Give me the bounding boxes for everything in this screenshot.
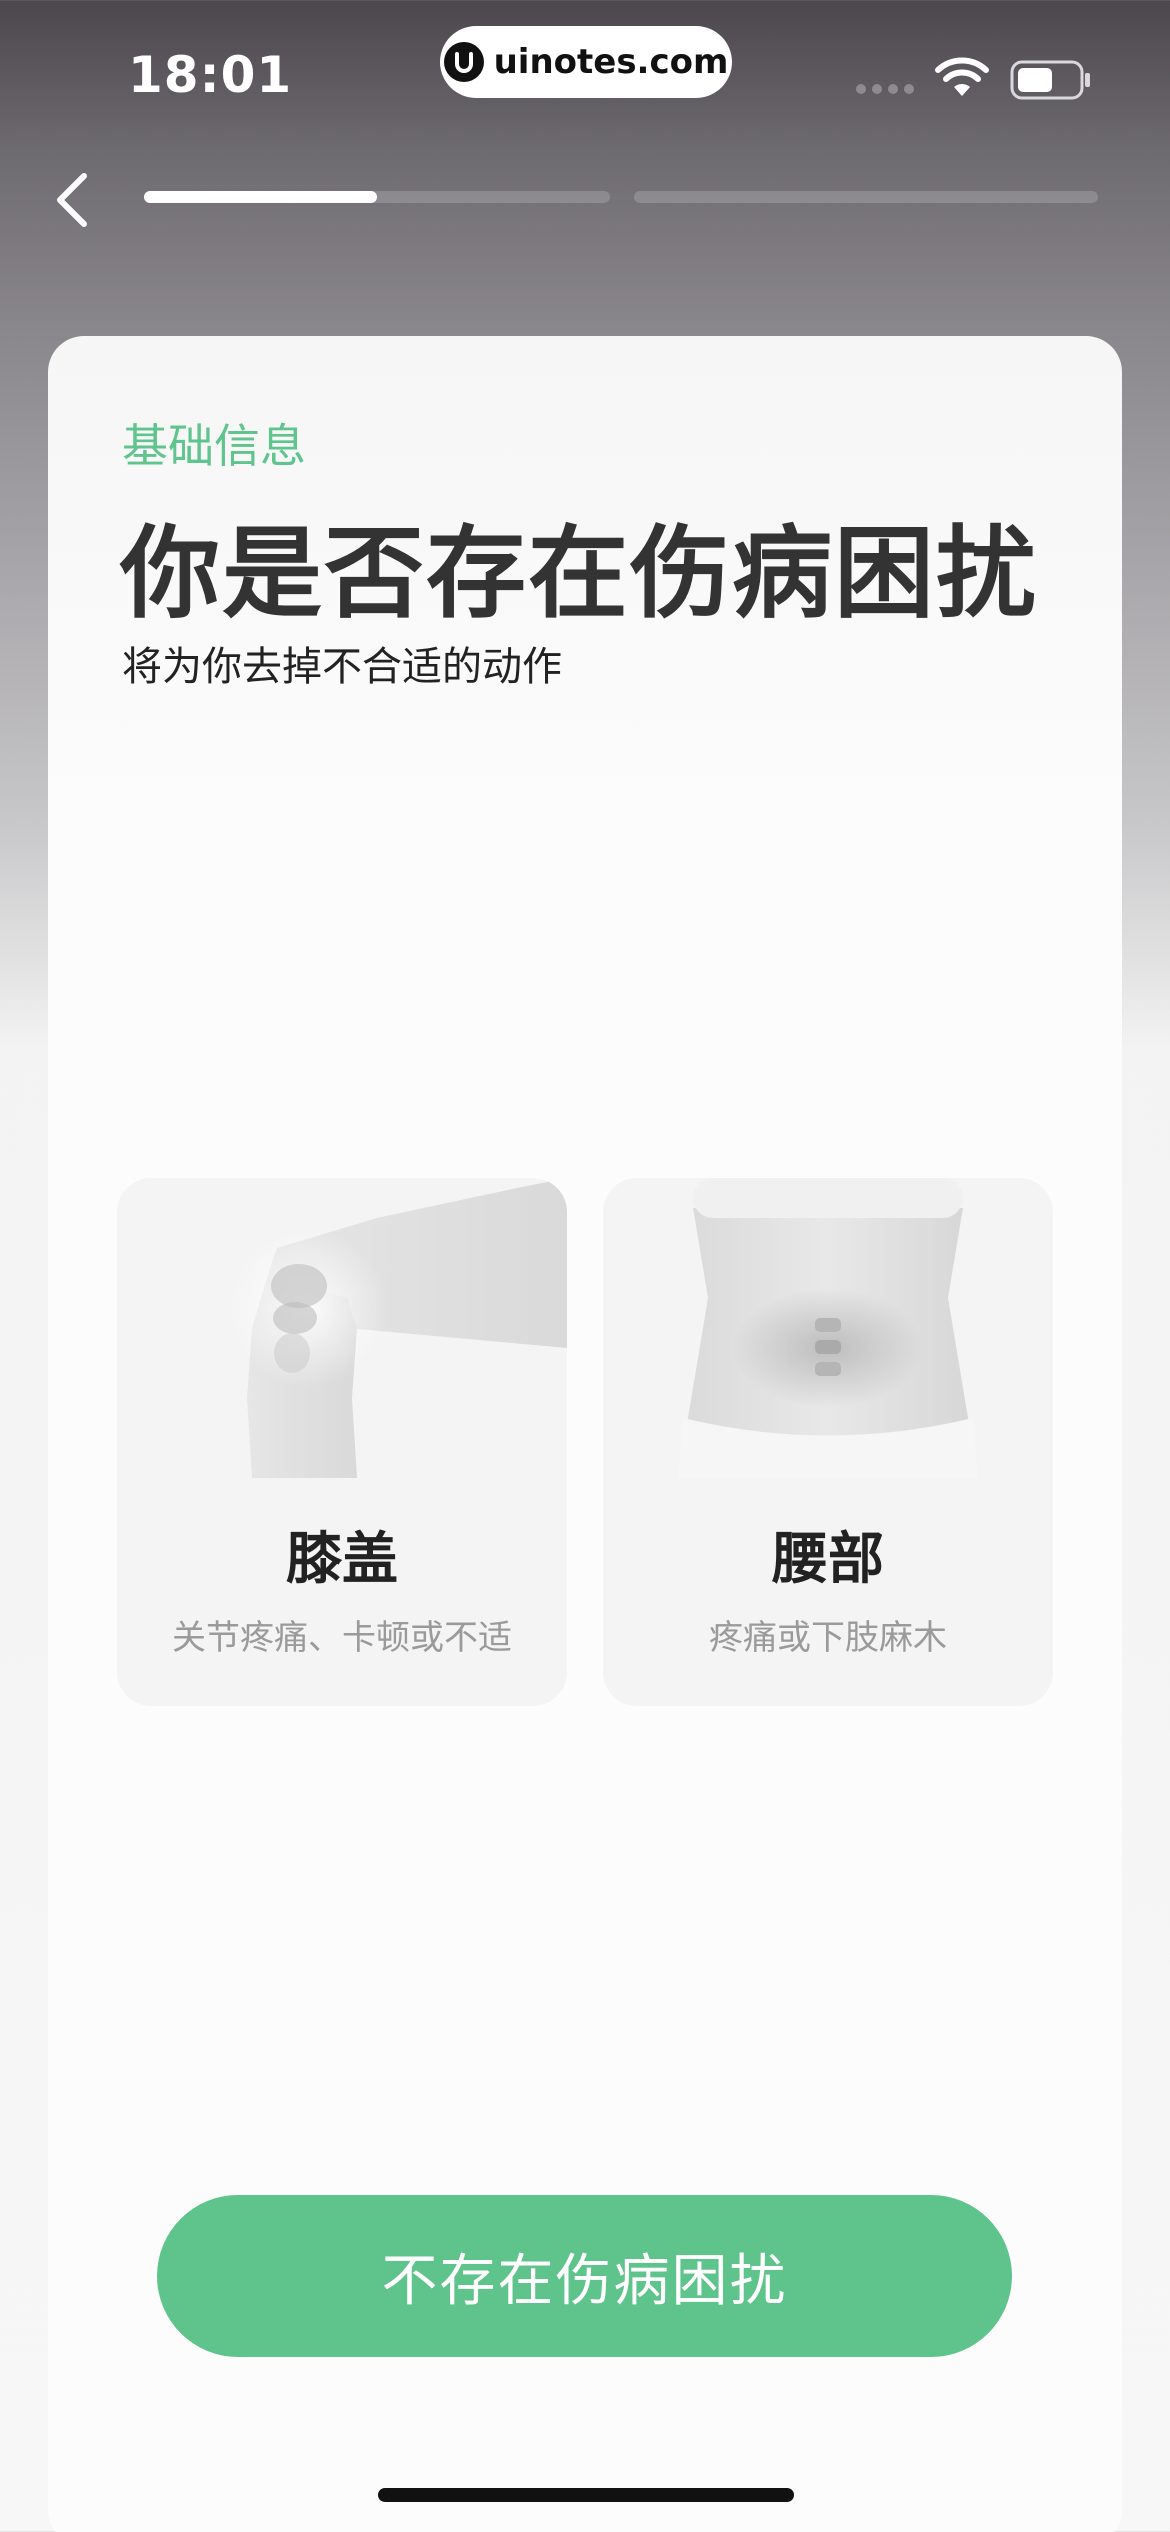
progress-step-1-fill: [144, 191, 377, 203]
option-waist-label: 腰部: [772, 1527, 884, 1592]
status-time: 18:01: [128, 46, 293, 104]
site-logo-icon: [443, 42, 484, 82]
no-injury-button[interactable]: 不存在伤病困扰: [157, 2195, 1012, 2357]
chevron-left-icon: [57, 173, 87, 227]
section-label: 基础信息: [122, 419, 306, 473]
option-knee[interactable]: 膝盖 关节疼痛、卡顿或不适: [117, 1178, 567, 1706]
option-knee-description: 关节疼痛、卡顿或不适: [172, 1618, 512, 1658]
page-subtitle: 将为你去掉不合适的动作: [122, 644, 562, 690]
option-waist-description: 疼痛或下肢麻木: [709, 1618, 947, 1658]
wifi-icon: [935, 57, 989, 96]
status-bar: 18:01 uinotes.com: [0, 0, 1170, 150]
option-waist[interactable]: 腰部 疼痛或下肢麻木: [603, 1178, 1053, 1706]
knee-illustration-icon: [227, 1178, 567, 1478]
url-pill: uinotes.com: [440, 26, 732, 98]
option-knee-label: 膝盖: [286, 1527, 398, 1592]
progress-step-1: [144, 191, 610, 203]
cellular-signal-icon: [856, 84, 914, 94]
waist-illustration-icon: [678, 1178, 978, 1478]
progress-step-2: [634, 191, 1098, 203]
back-button[interactable]: [50, 168, 94, 232]
battery-icon: [1010, 60, 1090, 100]
page-title: 你是否存在伤病困扰: [120, 515, 1038, 632]
home-indicator: [378, 2488, 794, 2502]
url-text: uinotes.com: [493, 42, 729, 82]
